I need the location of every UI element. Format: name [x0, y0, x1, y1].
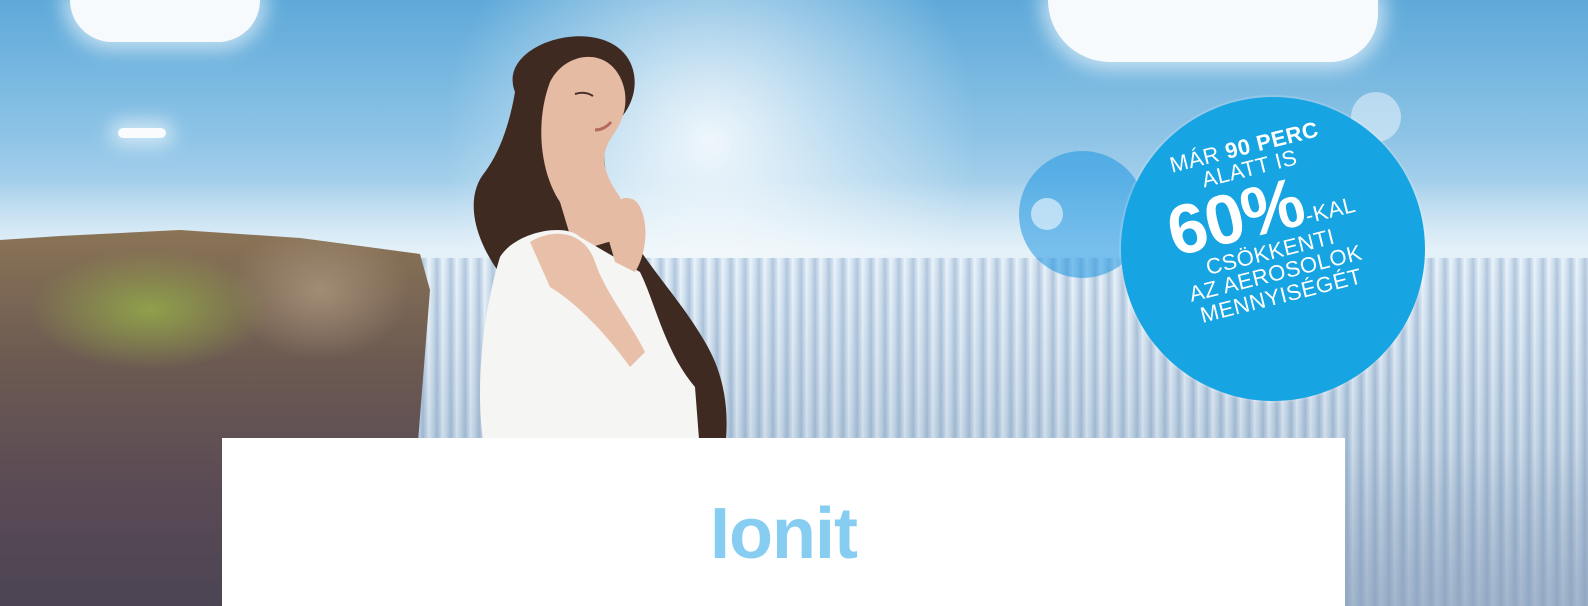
brand-title: Ionit	[710, 494, 858, 574]
cloud-right	[1048, 0, 1378, 62]
woman-illustration	[473, 36, 727, 452]
promo-badge-text: MÁR 90 PERC ALATT IS 60%-KAL CSÖKKENTI A…	[1094, 100, 1431, 344]
cloud-left	[70, 0, 260, 42]
cloud-small	[118, 128, 166, 138]
content-card: Ionit	[222, 438, 1345, 606]
promo-badge: MÁR 90 PERC ALATT IS 60%-KAL CSÖKKENTI A…	[1121, 97, 1425, 401]
